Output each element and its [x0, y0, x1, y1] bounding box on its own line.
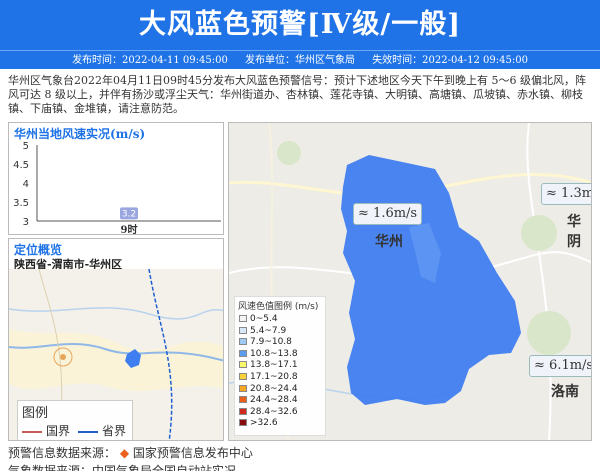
scale-label: 7.9~10.8: [250, 337, 292, 348]
scale-label: 28.4~32.6: [250, 406, 298, 417]
place-huayin: 华阴: [567, 214, 581, 250]
y-tick-label: 5: [23, 141, 29, 152]
y-tick-label: 3.5: [13, 198, 29, 209]
y-tick-label: 4.5: [13, 160, 29, 171]
station-luonan-wind[interactable]: ≈ 6.1m/s: [529, 355, 591, 377]
scale-row: 17.1~20.8: [235, 372, 325, 384]
scale-row: >32.6: [235, 418, 325, 430]
scale-row: 10.8~13.8: [235, 349, 325, 361]
warning-meta: 发布时间：2022-04-11 09:45:00 发布单位：华州区气象局 失效时…: [0, 50, 600, 69]
scale-swatch: [239, 407, 247, 415]
province-border-swatch: [78, 430, 98, 433]
scale-swatch: [239, 372, 247, 380]
scale-swatch: [239, 326, 247, 334]
place-huazhou: 华州: [375, 234, 403, 250]
wind-speed-panel: 华州当地风速实况(m/s) 5 4.5 4 3.5 3 3.2 9时: [8, 122, 224, 235]
scale-row: 20.8~24.4: [235, 384, 325, 396]
wind-speed-chart: 5 4.5 4 3.5 3 3.2 9时: [13, 141, 221, 235]
scale-label: 5.4~7.9: [250, 325, 287, 336]
expire-time: 失效时间：2022-04-12 09:45:00: [372, 55, 528, 66]
legend-title: 图例: [22, 406, 49, 421]
scale-swatch: [239, 315, 247, 322]
scale-swatch: [239, 419, 247, 427]
scale-swatch: [239, 384, 247, 392]
scale-row: 13.8~17.1: [235, 360, 325, 372]
warning-title: 大风蓝色预警[Ⅳ级/一般]: [0, 0, 600, 50]
scale-label: 10.8~13.8: [250, 348, 298, 359]
warning-content: 华州区气象台2022年04月11日09时45分发布大风蓝色预警信号：预计下述地区…: [8, 74, 586, 115]
publish-time: 发布时间：2022-04-11 09:45:00: [72, 55, 228, 66]
wind-icon: ≈: [546, 186, 557, 201]
scale-label: 13.8~17.1: [250, 360, 298, 371]
footer-source: 预警信息数据来源： ◆ 国家预警信息发布中心: [8, 446, 253, 460]
scale-swatch: [239, 396, 247, 404]
scale-swatch: [239, 361, 247, 369]
scale-row: 28.4~32.6: [235, 407, 325, 419]
scale-label: 0~5.4: [250, 314, 278, 324]
scale-label: >32.6: [250, 418, 278, 429]
place-luonan: 洛南: [551, 384, 579, 400]
y-tick-label: 3: [23, 217, 29, 228]
station-huayin-wind[interactable]: ≈ 1.3m: [541, 183, 591, 205]
publisher: 发布单位：华州区气象局: [245, 55, 355, 66]
wind-icon: ≈: [534, 358, 545, 373]
overview-legend: 图例 国界 省界: [17, 400, 133, 440]
scale-label: 20.8~24.4: [250, 383, 298, 394]
wind-icon: ≈: [358, 206, 369, 221]
legend-national-border: 国界: [22, 422, 70, 439]
y-tick-label: 4: [23, 179, 29, 190]
scale-label: 17.1~20.8: [250, 371, 298, 382]
x-tick-label: 9时: [121, 223, 138, 235]
source-logo-icon: ◆: [119, 446, 130, 460]
footer-weather-source: 气象数据来源：中国气象局全国自动站实况: [8, 464, 237, 471]
wind-color-scale: 风速色值图例 (m/s) 0~5.4 5.4~7.9 7.9~10.8 10.8~13…: [234, 296, 326, 436]
scale-row: 7.9~10.8: [235, 337, 325, 349]
scale-row: 24.4~28.4: [235, 395, 325, 407]
scale-swatch: [239, 338, 247, 346]
station-huazhou-wind[interactable]: ≈ 1.6m/s: [353, 203, 423, 225]
legend-province-border: 省界: [78, 422, 126, 439]
scale-title: 风速色值图例 (m/s): [238, 302, 319, 312]
source-name-link[interactable]: 国家预警信息发布中心: [133, 446, 253, 460]
scale-row: 0~5.4: [235, 314, 325, 326]
scale-swatch: [239, 349, 247, 357]
bar-value-label: 3.2: [122, 209, 136, 219]
scale-label: 24.4~28.4: [250, 395, 298, 406]
location-panel: 定位概览 陕西省-渭南市-华州区 图例 国界 省界: [8, 238, 224, 441]
national-border-swatch: [22, 430, 42, 433]
scale-row: 5.4~7.9: [235, 326, 325, 338]
